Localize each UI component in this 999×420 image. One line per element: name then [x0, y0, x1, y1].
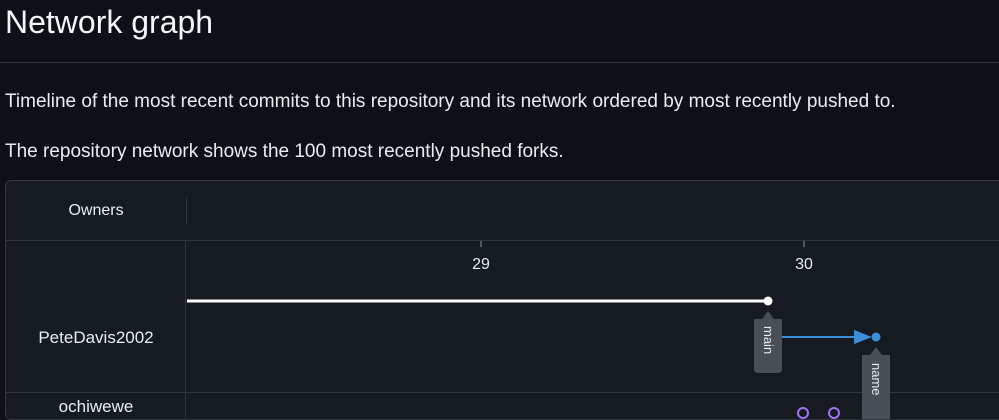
branch-label-text: name: [869, 363, 884, 396]
branch-label-name[interactable]: name: [862, 347, 890, 420]
forks-description: The repository network shows the 100 mos…: [5, 141, 564, 162]
date-tick-label: 30: [795, 256, 813, 273]
commit-dot[interactable]: [763, 296, 773, 306]
title-divider: [0, 62, 999, 63]
branch-label-text: main: [761, 326, 776, 354]
commit-dot[interactable]: [871, 332, 881, 342]
branch-label-main[interactable]: main: [754, 311, 782, 373]
network-graph[interactable]: Owners PeteDavis2002 ochiwewe 29 30 main: [5, 180, 999, 420]
fork-commit-dot[interactable]: [828, 407, 840, 419]
commit-graph-canvas[interactable]: 29 30 main name: [6, 181, 999, 420]
timeline-description: Timeline of the most recent commits to t…: [5, 91, 896, 112]
date-tick-label: 29: [472, 256, 490, 273]
page-title: Network graph: [5, 4, 214, 40]
fork-commit-dot[interactable]: [797, 407, 809, 419]
